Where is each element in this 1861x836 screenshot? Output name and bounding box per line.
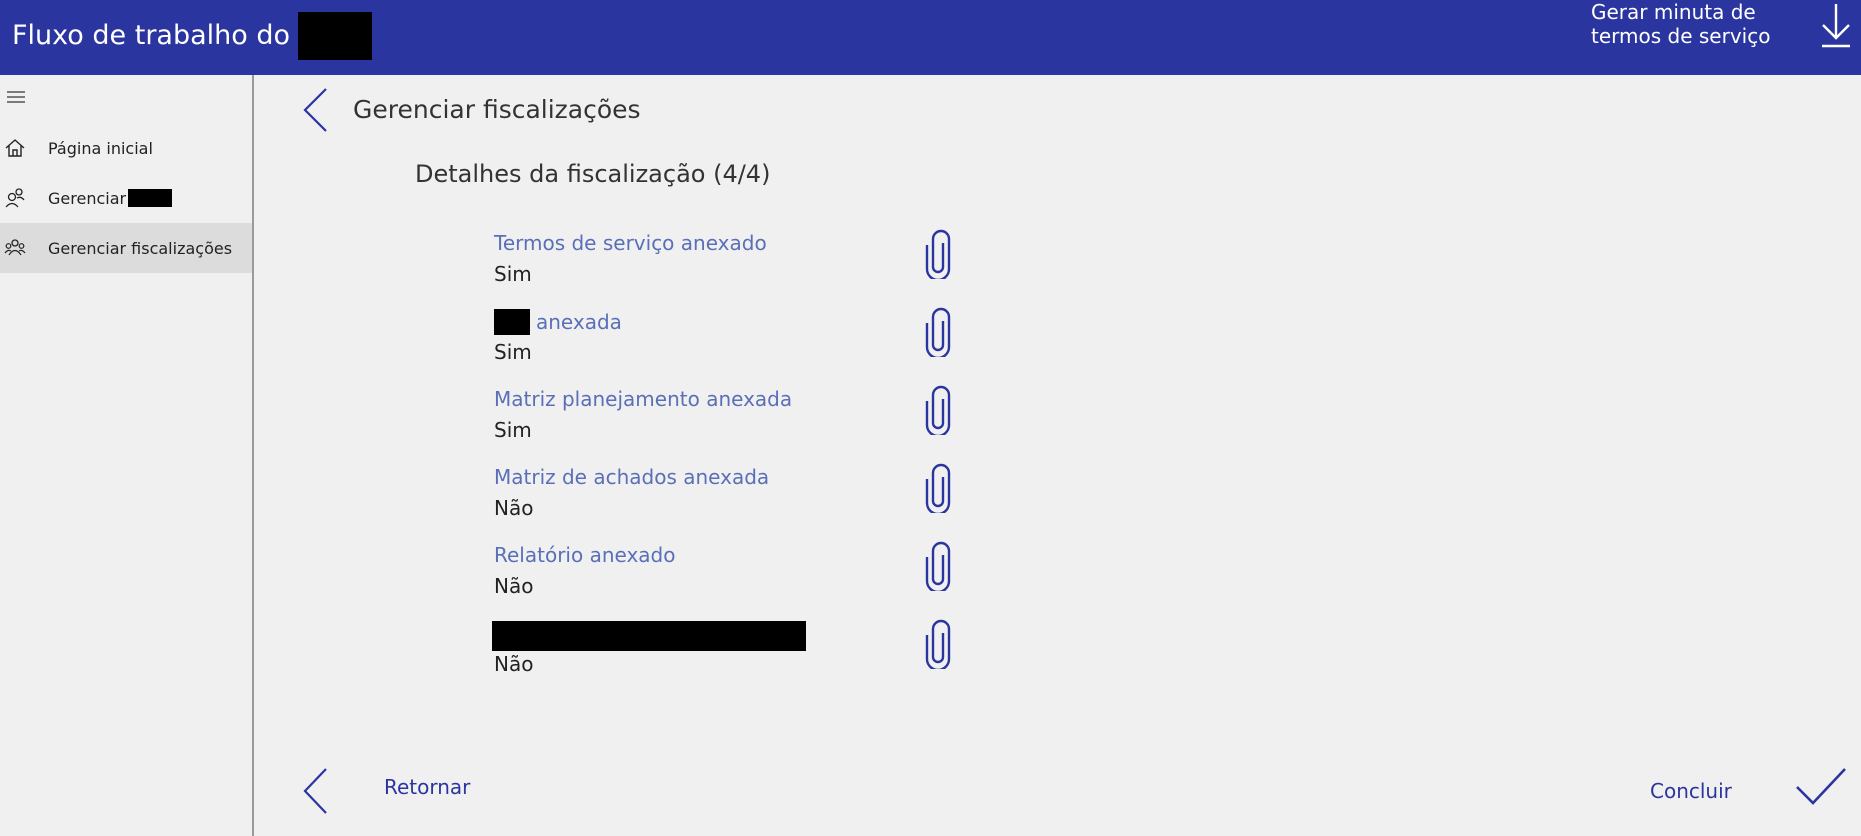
field-row: anexada Sim (494, 307, 1054, 387)
field-label-text: Matriz planejamento anexada (494, 387, 793, 411)
field-label: anexada (494, 309, 622, 335)
field-row: Relatório anexado Não (494, 541, 1054, 621)
sidebar-item-home[interactable]: Página inicial (0, 123, 252, 173)
field-label-text: Relatório anexado (494, 543, 676, 567)
sidebar-item-label: Gerenciar fiscalizações (48, 238, 233, 258)
field-row: Termos de serviço anexado Sim (494, 229, 1054, 309)
redacted-block (492, 621, 806, 651)
field-label (492, 621, 812, 651)
field-row: Matriz de achados anexada Não (494, 463, 1054, 543)
field-value: Sim (494, 340, 532, 364)
section-title: Detalhes da fiscalização (4/4) (415, 160, 771, 188)
field-label-text: Matriz de achados anexada (494, 465, 770, 489)
sidebar: Página inicial Gerenciar Gerenciar fisca… (0, 75, 254, 836)
back-chevron-icon[interactable] (300, 85, 330, 135)
app-title-text: Fluxo de trabalho do (12, 20, 291, 51)
app-title: Fluxo de trabalho do (12, 12, 373, 60)
generate-terms-label-line1: Gerar minuta de (1591, 0, 1756, 24)
people-icon (4, 239, 26, 256)
field-label: Termos de serviço anexado (494, 231, 767, 255)
field-row: Matriz planejamento anexada Sim (494, 385, 1054, 465)
app-header: Fluxo de trabalho do Gerar minuta de ter… (0, 0, 1861, 75)
field-label: Relatório anexado (494, 543, 675, 567)
generate-terms-button[interactable]: Gerar minuta de termos de serviço (1591, 0, 1791, 48)
home-icon (5, 139, 25, 157)
field-value: Sim (494, 262, 532, 286)
field-label: Matriz de achados anexada (494, 465, 769, 489)
return-button[interactable]: Retornar (384, 775, 470, 799)
conclude-button[interactable]: Concluir (1650, 779, 1732, 803)
paperclip-icon[interactable] (924, 541, 952, 591)
redacted-block (298, 12, 373, 60)
person-icon (5, 188, 25, 208)
field-value: Não (494, 652, 534, 676)
paperclip-icon[interactable] (924, 463, 952, 513)
return-chevron-icon[interactable] (300, 765, 330, 817)
field-label-text: Termos de serviço anexado (494, 231, 767, 255)
field-value: Sim (494, 418, 532, 442)
checkmark-icon[interactable] (1794, 765, 1848, 807)
field-label-text: anexada (536, 310, 622, 334)
sidebar-item-label-wrap: Gerenciar (48, 188, 173, 208)
field-value: Não (494, 574, 534, 598)
paperclip-icon[interactable] (924, 619, 952, 669)
sidebar-item-label: Gerenciar (48, 188, 127, 208)
page-title: Gerenciar fiscalizações (353, 95, 641, 124)
redacted-block (494, 309, 530, 335)
field-label: Matriz planejamento anexada (494, 387, 792, 411)
redacted-block (128, 189, 173, 207)
sidebar-item-fiscalizacoes[interactable]: Gerenciar fiscalizações (0, 223, 252, 273)
paperclip-icon[interactable] (924, 307, 952, 357)
sidebar-item-label: Página inicial (48, 138, 153, 158)
field-row: Não (492, 619, 1054, 699)
generate-terms-label-line2: termos de serviço (1591, 24, 1771, 48)
main-content: Gerenciar fiscalizações Detalhes da fisc… (254, 75, 1861, 836)
download-icon[interactable] (1819, 2, 1853, 48)
sidebar-item-manage[interactable]: Gerenciar (0, 173, 252, 223)
menu-icon[interactable] (6, 89, 28, 105)
paperclip-icon[interactable] (924, 229, 952, 279)
field-value: Não (494, 496, 534, 520)
paperclip-icon[interactable] (924, 385, 952, 435)
